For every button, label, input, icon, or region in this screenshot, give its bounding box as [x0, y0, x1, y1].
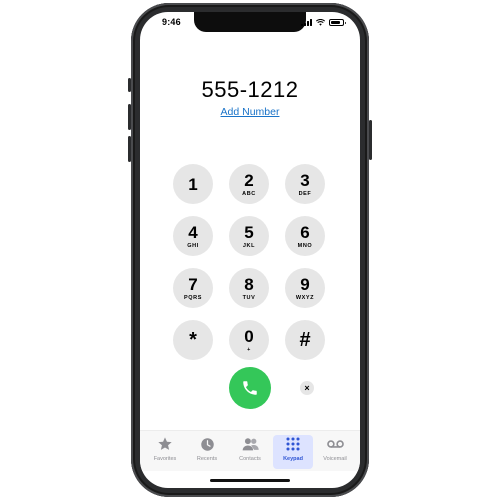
- key-digit: 0: [244, 326, 254, 346]
- wifi-icon: [316, 19, 325, 26]
- signal-icon: [301, 19, 312, 26]
- tab-bar: Favorites Recents Contacts Keypad Voicem…: [140, 430, 360, 471]
- tab-label: Keypad: [283, 456, 303, 462]
- key-2[interactable]: 2 ABC: [229, 164, 269, 204]
- key-8[interactable]: 8 TUV: [229, 268, 269, 308]
- tab-contacts[interactable]: Contacts: [230, 435, 270, 469]
- key-0[interactable]: 0 +: [229, 320, 269, 360]
- mute-switch: [128, 78, 131, 92]
- tab-keypad[interactable]: Keypad: [273, 435, 313, 469]
- key-letters: TUV: [242, 294, 256, 301]
- key-5[interactable]: 5 JKL: [229, 216, 269, 256]
- key-letters: WXYZ: [295, 294, 315, 301]
- key-letters: +: [247, 346, 251, 353]
- key-letters: GHI: [187, 242, 199, 249]
- key-6[interactable]: 6 MNO: [285, 216, 325, 256]
- call-button[interactable]: [229, 367, 271, 409]
- status-time: 9:46: [162, 17, 181, 27]
- key-letters: ABC: [242, 190, 256, 197]
- key-9[interactable]: 9 WXYZ: [285, 268, 325, 308]
- key-letters: JKL: [242, 242, 256, 249]
- status-bar: 9:46: [140, 12, 360, 34]
- clock-icon: [198, 435, 216, 453]
- phone-icon: [243, 381, 257, 395]
- tab-recents[interactable]: Recents: [187, 435, 227, 469]
- volume-up-button: [128, 104, 131, 130]
- key-letters: DEF: [298, 190, 312, 197]
- key-letters: MNO: [297, 242, 313, 249]
- dialed-number: 555-1212: [201, 77, 299, 102]
- key-digit: 9: [300, 274, 310, 294]
- key-1[interactable]: 1: [173, 164, 213, 204]
- tab-label: Voicemail: [323, 456, 347, 462]
- key-digit: 4: [188, 222, 198, 242]
- voicemail-icon: [326, 435, 344, 453]
- tab-voicemail[interactable]: Voicemail: [315, 435, 355, 469]
- key-7[interactable]: 7 PQRS: [173, 268, 213, 308]
- key-digit: 5: [244, 222, 254, 242]
- keypad-icon: [284, 435, 302, 453]
- key-digit: *: [189, 329, 197, 351]
- key-digit: #: [299, 329, 311, 351]
- tab-label: Recents: [196, 456, 218, 462]
- people-icon: [241, 435, 259, 453]
- key-letters: PQRS: [184, 294, 202, 301]
- tab-favorites[interactable]: Favorites: [145, 435, 185, 469]
- key-digit: 2: [244, 170, 254, 190]
- status-icons: [301, 19, 346, 26]
- key-digit: 3: [300, 170, 310, 190]
- volume-down-button: [128, 136, 131, 162]
- home-indicator: [210, 479, 290, 482]
- key-3[interactable]: 3 DEF: [285, 164, 325, 204]
- key-digit: 1: [188, 174, 198, 194]
- delete-button[interactable]: ×: [300, 381, 314, 395]
- tab-label: Contacts: [239, 456, 261, 462]
- key-digit: 7: [188, 274, 198, 294]
- phone-screen: 9:46 555-1212 Add Number × Favorites Rec…: [140, 12, 360, 488]
- key-digit: 8: [244, 274, 254, 294]
- key-hash[interactable]: #: [285, 320, 325, 360]
- delete-icon: ×: [304, 383, 310, 393]
- key-star[interactable]: *: [173, 320, 213, 360]
- battery-icon: [329, 19, 346, 26]
- add-number-link[interactable]: Add Number: [140, 106, 360, 118]
- key-4[interactable]: 4 GHI: [173, 216, 213, 256]
- tab-label: Favorites: [153, 456, 177, 462]
- star-icon: [156, 435, 174, 453]
- power-button: [369, 120, 372, 160]
- key-digit: 6: [300, 222, 310, 242]
